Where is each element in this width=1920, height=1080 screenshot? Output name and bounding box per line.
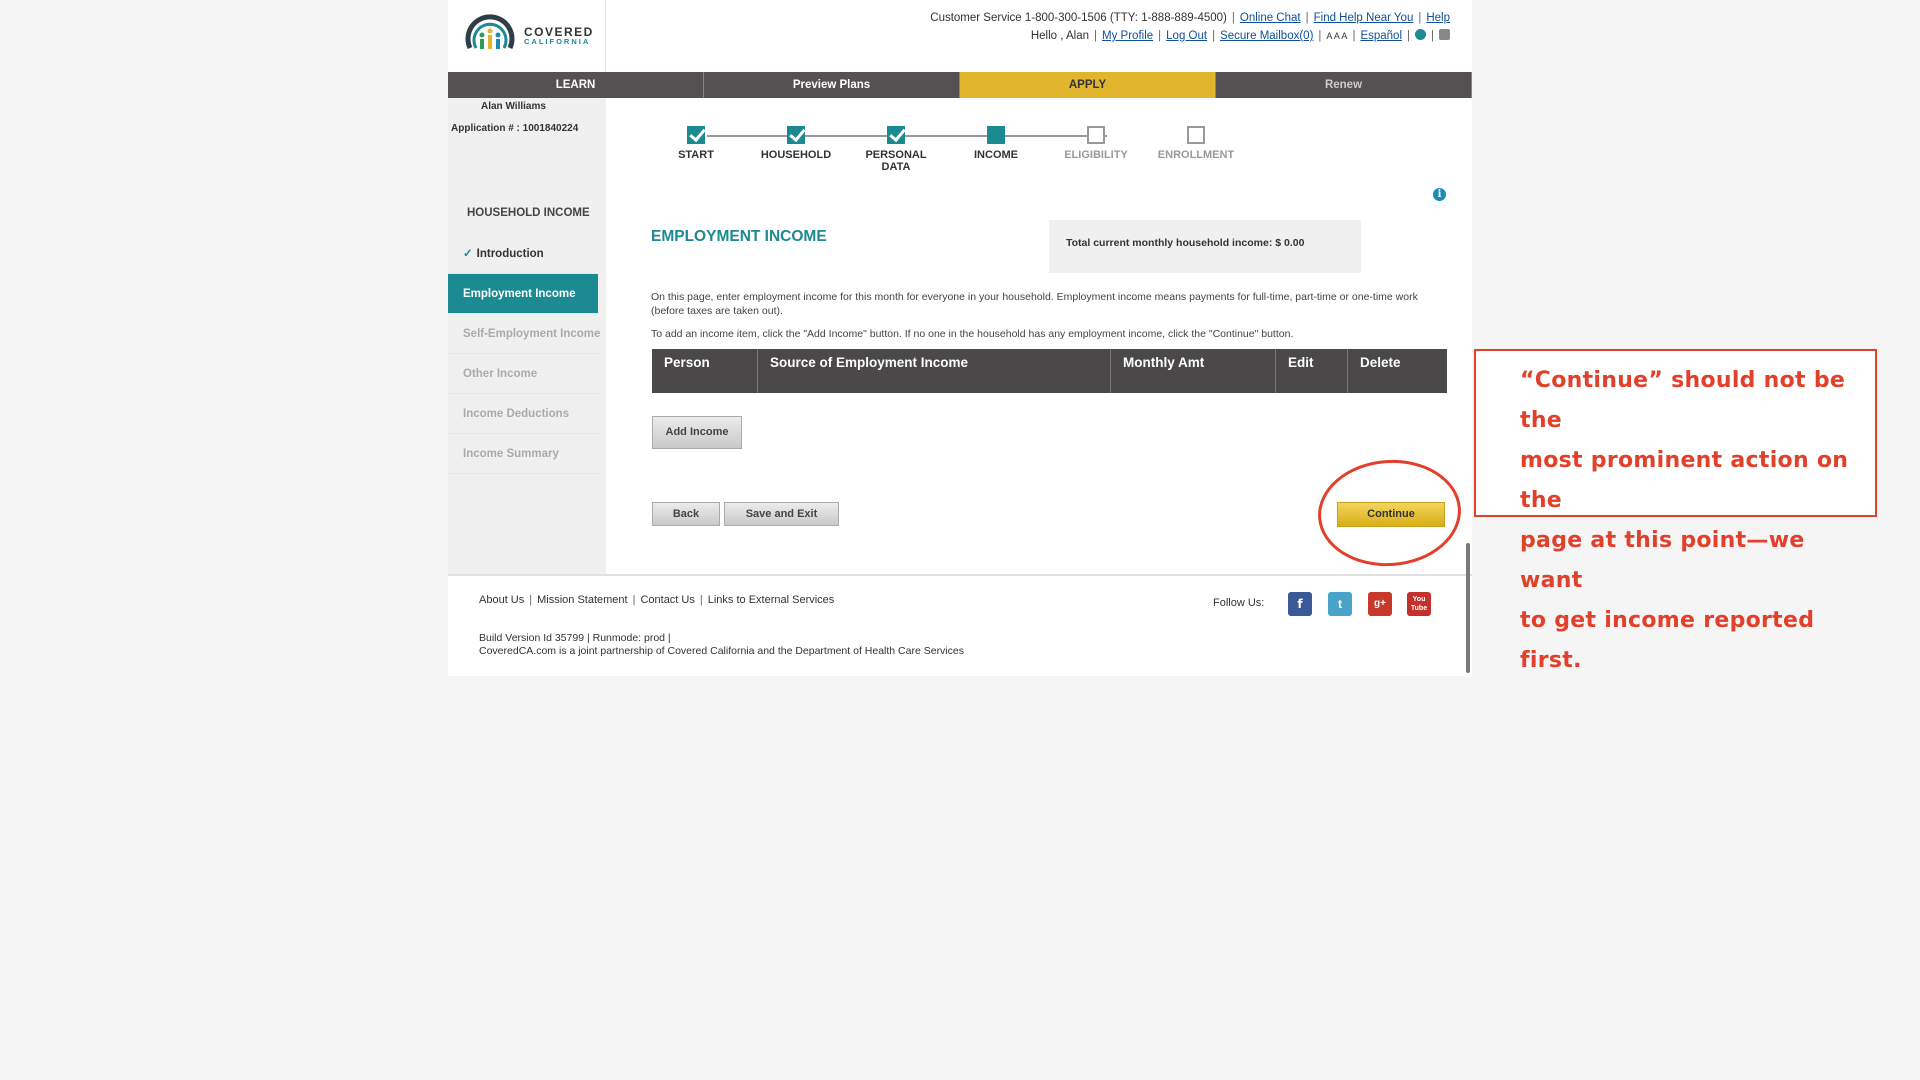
facebook-icon[interactable]: f (1288, 592, 1312, 616)
column-header-source: Source of Employment Income (758, 349, 1111, 393)
covered-california-logo-icon (465, 14, 515, 50)
save-and-exit-button[interactable]: Save and Exit (724, 502, 839, 526)
sidebar-item-income-deductions[interactable]: Income Deductions (448, 394, 602, 434)
progress-stepper: START HOUSEHOLD PERSONAL DATA INCOME ELI… (651, 126, 1253, 173)
annotation-line: most prominent action on the (1520, 448, 1849, 513)
build-version: Build Version Id 35799 | Runmode: prod | (479, 632, 671, 644)
user-name: Alan Williams (481, 101, 546, 112)
page-title: EMPLOYMENT INCOME (651, 228, 827, 245)
my-profile-link[interactable]: My Profile (1102, 30, 1153, 42)
annotation-circle (1314, 455, 1465, 571)
empty-step-icon (1187, 126, 1205, 144)
sidebar-title: HOUSEHOLD INCOME (467, 207, 590, 219)
covered-ca-page: COVERED CALIFORNIA Customer Service 1-80… (448, 0, 1472, 676)
main-nav: LEARN Preview Plans APPLY Renew (448, 72, 1472, 98)
about-us-link[interactable]: About Us (479, 594, 524, 606)
step-income: INCOME (951, 126, 1041, 161)
application-number: Application # : 1001840224 (451, 123, 579, 134)
employment-income-table: Person Source of Employment Income Month… (652, 349, 1447, 393)
brand-subname: CALIFORNIA (524, 37, 591, 47)
nav-apply[interactable]: APPLY (960, 72, 1216, 98)
step-enrollment: ENROLLMENT (1151, 126, 1241, 161)
greeting-text: Hello , Alan (1030, 30, 1090, 42)
youtube-icon[interactable]: You Tube (1407, 592, 1431, 616)
total-income-box: Total current monthly household income: … (1049, 220, 1361, 273)
step-personal-data: PERSONAL DATA (851, 126, 941, 173)
google-plus-icon[interactable]: g+ (1368, 592, 1392, 616)
covered-california-logo[interactable]: COVERED CALIFORNIA (448, 0, 606, 72)
annotation-line: “Continue” should not be the (1520, 368, 1846, 433)
column-header-delete: Delete (1360, 355, 1401, 370)
column-header-edit: Edit (1276, 349, 1348, 393)
nav-learn[interactable]: LEARN (448, 72, 704, 98)
sidebar-item-self-employment-income[interactable]: Self-Employment Income (448, 314, 602, 354)
check-icon (787, 126, 805, 144)
mission-statement-link[interactable]: Mission Statement (537, 594, 627, 606)
globe-icon[interactable] (1415, 29, 1426, 40)
help-link[interactable]: Help (1426, 12, 1450, 24)
contact-us-link[interactable]: Contact Us (640, 594, 694, 606)
add-income-button[interactable]: Add Income (652, 416, 742, 449)
sidebar-item-employment-income[interactable]: Employment Income (448, 274, 598, 314)
current-step-icon (987, 126, 1005, 144)
checkmark-icon: ✓ (463, 248, 473, 260)
espanol-link[interactable]: Español (1360, 30, 1402, 42)
info-icon[interactable]: i (1433, 188, 1446, 201)
footer: About Us | Mission Statement | Contact Us | Li… (448, 576, 1472, 676)
font-size-control[interactable]: A A A (1326, 31, 1347, 41)
customer-service-text: Customer Service 1-800-300-1506 (TTY: 1-… (930, 12, 1227, 24)
add-income-instructions: To add an income item, click the "Add In… (651, 328, 1294, 340)
online-chat-link[interactable]: Online Chat (1240, 12, 1301, 24)
find-help-link[interactable]: Find Help Near You (1314, 12, 1414, 24)
empty-step-icon (1087, 126, 1105, 144)
check-icon (687, 126, 705, 144)
step-start: START (651, 126, 741, 161)
nav-renew[interactable]: Renew (1216, 72, 1472, 98)
annotation-line: to get income reported first. (1520, 608, 1815, 673)
scrollbar[interactable] (1466, 543, 1470, 673)
sidebar-item-other-income[interactable]: Other Income (448, 354, 602, 394)
sidebar: Alan Williams Application # : 1001840224… (448, 98, 606, 574)
utility-bar: Customer Service 1-800-300-1506 (TTY: 1-… (930, 12, 1450, 42)
sidebar-item-income-summary[interactable]: Income Summary (448, 434, 602, 474)
step-household: HOUSEHOLD (751, 126, 841, 161)
twitter-icon[interactable]: t (1328, 592, 1352, 616)
back-button[interactable]: Back (652, 502, 720, 526)
annotation-callout: “Continue” should not be the most promin… (1474, 349, 1877, 673)
external-services-link[interactable]: Links to External Services (708, 594, 835, 606)
secure-mailbox-link[interactable]: Secure Mailbox(0) (1220, 30, 1313, 42)
footer-links: About Us | Mission Statement | Contact Us | Li… (479, 594, 835, 606)
partnership-text: CoveredCA.com is a joint partnership of … (479, 645, 964, 657)
sidebar-item-introduction[interactable]: ✓ Introduction (448, 234, 602, 274)
nav-preview-plans[interactable]: Preview Plans (704, 72, 960, 98)
follow-us-label: Follow Us: (1213, 597, 1265, 609)
annotation-line: page at this point—we want (1520, 528, 1805, 593)
column-header-monthly-amt: Monthly Amt (1111, 349, 1276, 393)
print-icon[interactable] (1439, 29, 1450, 40)
column-header-person: Person (652, 349, 758, 393)
step-eligibility: ELIGIBILITY (1051, 126, 1141, 161)
log-out-link[interactable]: Log Out (1166, 30, 1207, 42)
instructions-text: On this page, enter employment income fo… (651, 291, 1418, 317)
check-icon (887, 126, 905, 144)
